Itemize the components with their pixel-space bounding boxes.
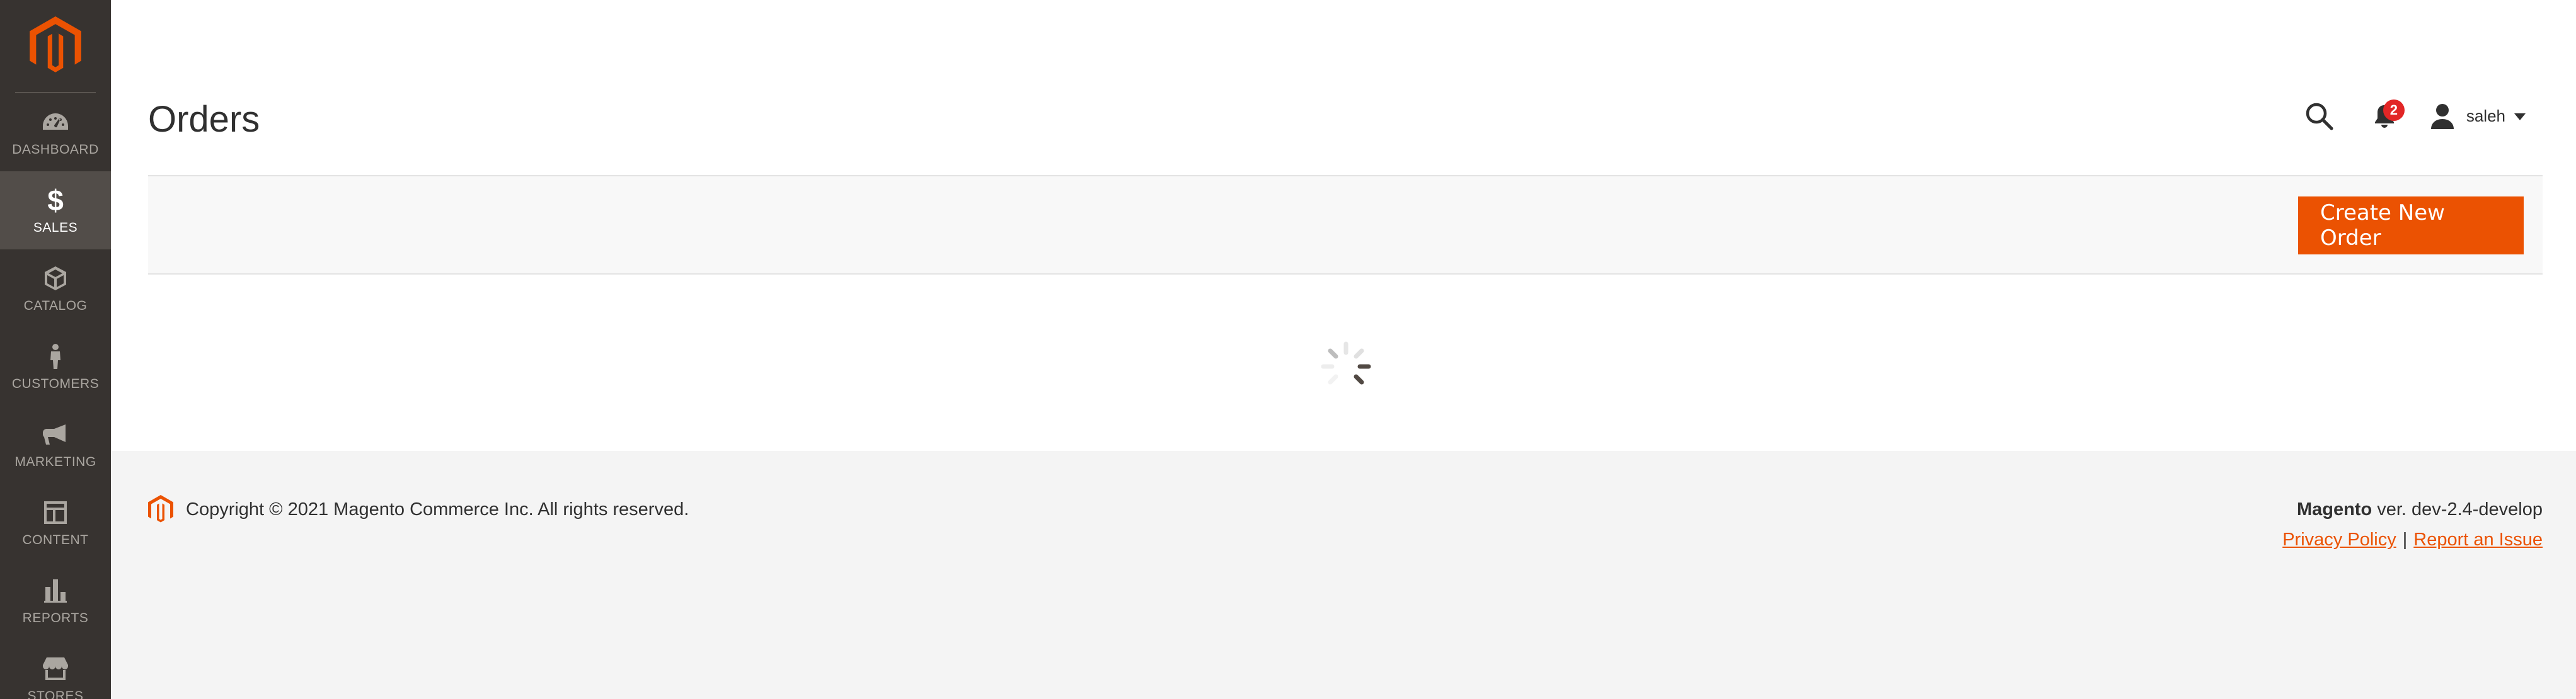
- user-account-menu[interactable]: saleh: [2430, 96, 2526, 136]
- notifications-count-badge: 2: [2383, 99, 2405, 121]
- megaphone-icon: [40, 419, 71, 450]
- link-separator: |: [2402, 530, 2408, 550]
- nav-item-customers[interactable]: CUSTOMERS: [0, 327, 111, 406]
- nav-label: REPORTS: [22, 611, 89, 625]
- footer-version-links: Magento ver. dev-2.4-develop Privacy Pol…: [2282, 495, 2543, 554]
- user-name: saleh: [2466, 106, 2505, 125]
- page-title: Orders: [148, 99, 260, 140]
- nav-label: CATALOG: [23, 298, 88, 313]
- brand-name: Magento: [2296, 499, 2372, 520]
- bar-chart-icon: [40, 576, 71, 606]
- nav-item-stores[interactable]: STORES: [0, 640, 111, 699]
- notifications-button[interactable]: 2: [2364, 96, 2405, 136]
- magento-logo-icon: [148, 495, 173, 523]
- nav-item-reports[interactable]: REPORTS: [0, 562, 111, 640]
- report-issue-link[interactable]: Report an Issue: [2413, 530, 2543, 550]
- nav-label: MARKETING: [14, 455, 96, 469]
- header-actions: 2 saleh: [2299, 96, 2526, 136]
- nav-label: STORES: [27, 689, 84, 699]
- dollar-icon: $: [47, 184, 64, 217]
- footer-links: Privacy Policy | Report an Issue: [2282, 525, 2543, 554]
- nav-item-dashboard[interactable]: DASHBOARD: [0, 93, 111, 171]
- nav-label: DASHBOARD: [12, 142, 99, 157]
- dashboard-icon: [40, 107, 71, 137]
- admin-sidebar: DASHBOARD $ SALES CATALOG CUSTOMERS MARK…: [0, 0, 111, 699]
- nav-item-sales[interactable]: $ SALES: [0, 171, 111, 249]
- nav-label: CONTENT: [22, 533, 89, 547]
- nav-label: SALES: [33, 220, 78, 235]
- store-icon: [40, 654, 71, 684]
- privacy-policy-link[interactable]: Privacy Policy: [2282, 530, 2396, 550]
- footer-copyright: Copyright © 2021 Magento Commerce Inc. A…: [148, 495, 689, 524]
- chevron-down-icon: [2514, 113, 2526, 120]
- search-icon: [2306, 103, 2333, 130]
- person-icon: [40, 341, 71, 372]
- magento-logo[interactable]: [15, 0, 96, 93]
- create-new-order-button[interactable]: Create New Order: [2298, 196, 2524, 254]
- loading-spinner-icon: [1321, 341, 1371, 392]
- page-actions-bar: Create New Order: [148, 175, 2543, 275]
- global-search-button[interactable]: [2299, 96, 2339, 136]
- magento-logo-icon: [30, 16, 81, 72]
- user-icon: [2430, 104, 2454, 129]
- nav-item-content[interactable]: CONTENT: [0, 484, 111, 562]
- copyright-text: Copyright © 2021 Magento Commerce Inc. A…: [186, 499, 689, 520]
- version-text: ver. dev-2.4-develop: [2372, 499, 2543, 520]
- nav-item-marketing[interactable]: MARKETING: [0, 406, 111, 484]
- layout-icon: [40, 497, 71, 528]
- cube-icon: [40, 263, 71, 293]
- nav-label: CUSTOMERS: [11, 377, 100, 391]
- nav-item-catalog[interactable]: CATALOG: [0, 249, 111, 327]
- version-info: Magento ver. dev-2.4-develop: [2282, 495, 2543, 524]
